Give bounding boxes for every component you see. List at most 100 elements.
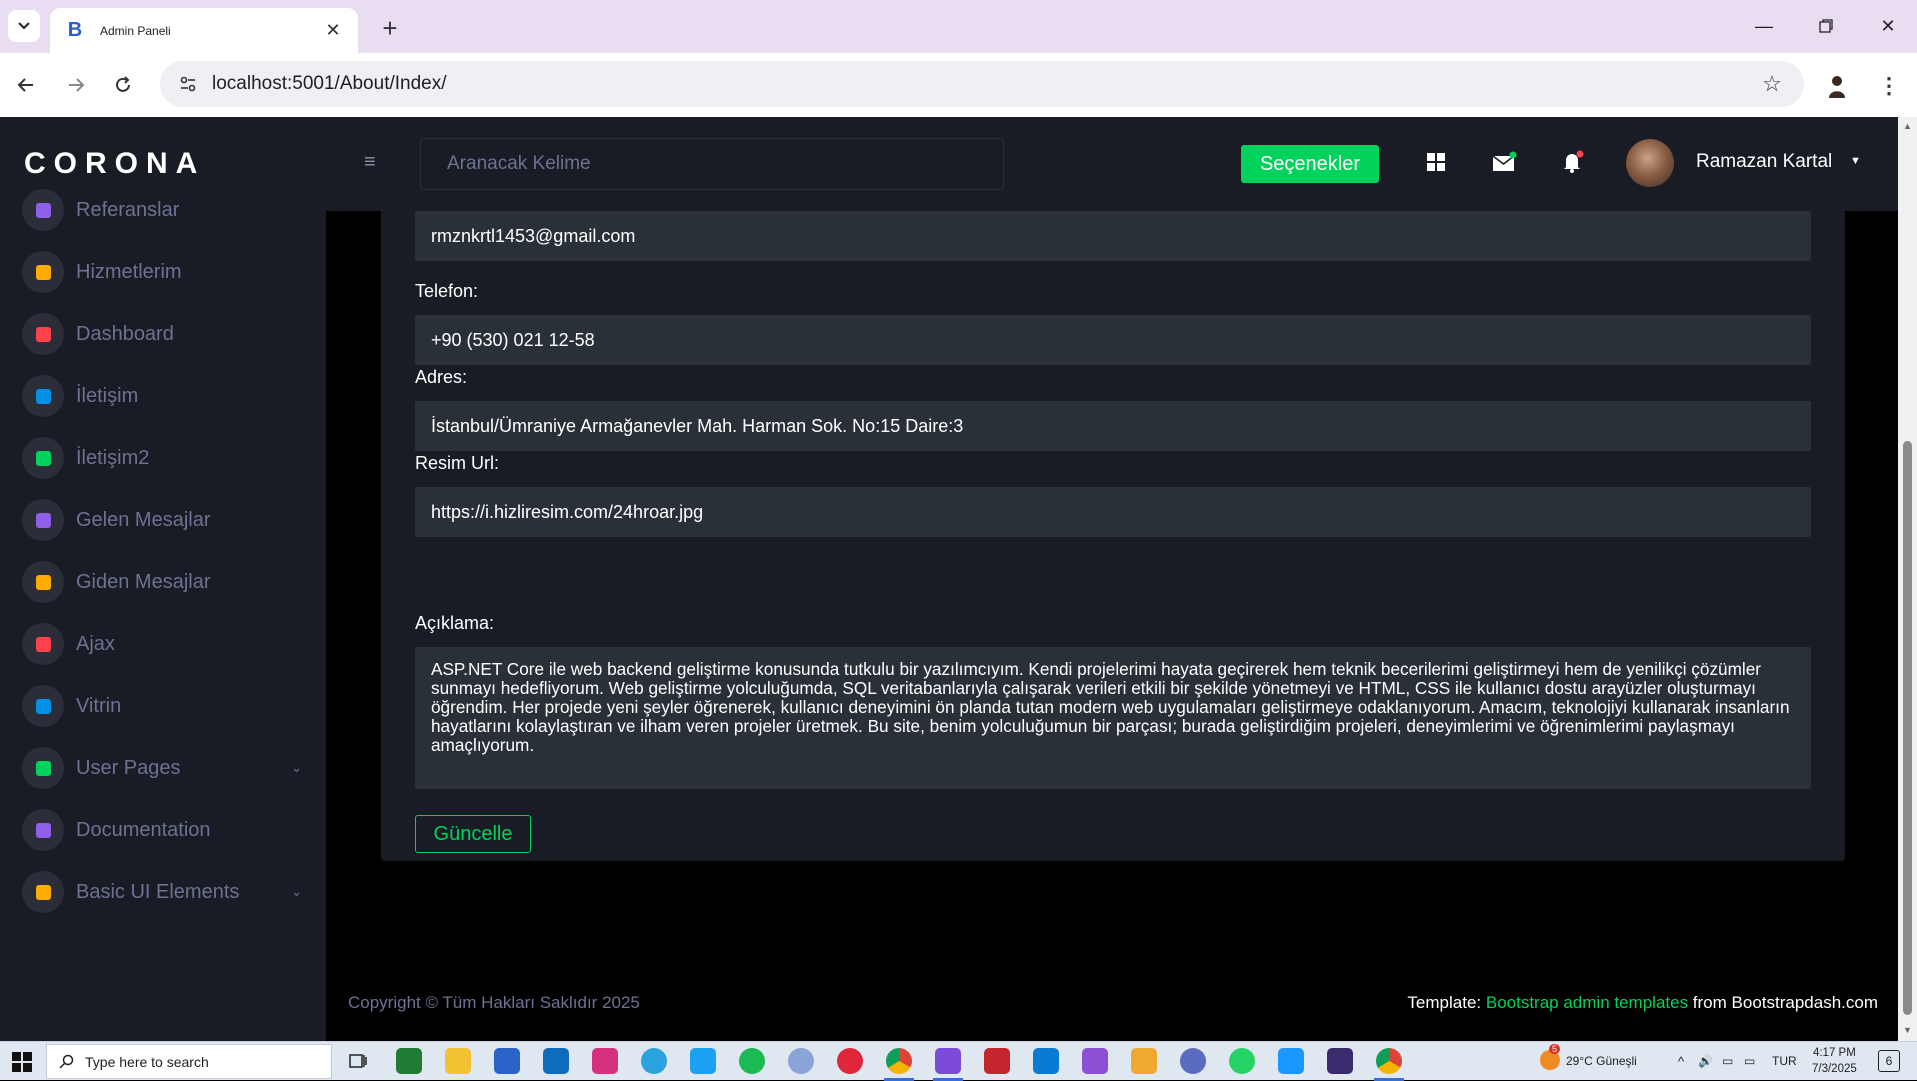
chrome-profile-app-icon[interactable] [1376,1048,1402,1074]
sidebar: CORONA Referanslar Hizmetlerim Dashboard İl… [0,117,326,1041]
chevron-down-icon[interactable]: ⌄ [291,760,302,776]
options-button[interactable]: Seçenekler [1241,145,1379,183]
reload-button[interactable] [107,69,139,101]
restore-button[interactable] [1806,10,1846,42]
sidebar-item-vitrin[interactable]: Vitrin [22,683,312,729]
spotify-app-icon[interactable] [739,1048,765,1074]
telegram-app-icon[interactable] [641,1048,667,1074]
sql-server-app-icon[interactable] [984,1048,1010,1074]
admin-page: CORONA Referanslar Hizmetlerim Dashboard İl… [0,117,1898,1041]
instagram-app-icon[interactable] [592,1048,618,1074]
email-field[interactable]: rmznkrtl1453@gmail.com [415,211,1811,261]
windows-start-icon[interactable] [12,1052,32,1072]
arrow-right-icon [69,78,85,92]
browser-toolbar: localhost:5001/About/Index/ ☆ ⋮ [0,53,1917,117]
back-button[interactable] [10,69,42,101]
sidebar-item-user-pages[interactable]: User Pages ⌄ [22,745,312,791]
clock[interactable]: 4:17 PM 7/3/2025 [1812,1045,1857,1077]
scroll-down-icon[interactable]: ▼ [1902,1025,1913,1036]
network-icon[interactable]: ▭ [1744,1054,1755,1068]
tab-close-icon[interactable]: ✕ [322,20,344,41]
minimize-button[interactable]: — [1744,10,1784,42]
chrome-app-icon[interactable] [886,1048,912,1074]
close-window-button[interactable]: ✕ [1868,10,1908,42]
page-scrollbar[interactable]: ▲ ▼ [1898,117,1917,1041]
image-url-field[interactable]: https://i.hizliresim.com/24hroar.jpg [415,487,1811,537]
arrow-left-icon [17,78,33,92]
footer-template-link[interactable]: Bootstrap admin templates [1486,993,1688,1012]
caret-down-icon[interactable]: ▼ [1850,155,1861,167]
document-icon-glyph [35,822,51,838]
tab-title: Admin Paneli [100,23,171,38]
xbox-app-icon[interactable] [396,1048,422,1074]
mail-icon[interactable] [1490,147,1520,177]
url-text[interactable]: localhost:5001/About/Index/ [212,73,1752,95]
opera-app-icon[interactable] [837,1048,863,1074]
browser-profile-icon[interactable] [1820,69,1854,103]
forward-button[interactable] [60,69,92,101]
new-tab-button[interactable]: + [374,12,406,44]
sidebar-item-gelen-mesajlar[interactable]: Gelen Mesajlar [22,497,312,543]
visual-studio-2-app-icon[interactable] [1082,1048,1108,1074]
phone-field[interactable]: +90 (530) 021 12-58 [415,315,1811,365]
scroll-up-icon[interactable]: ▲ [1902,121,1913,132]
browser-menu-icon[interactable]: ⋮ [1872,69,1906,103]
battery-icon[interactable]: ▭ [1722,1054,1733,1068]
update-button[interactable]: Güncelle [415,815,531,853]
sidebar-item-label: İletişim2 [76,446,150,469]
sidebar-item-label: Hizmetlerim [76,260,182,283]
grid-icon[interactable] [1421,147,1451,177]
speaker-icon[interactable]: 🔊 [1698,1054,1713,1068]
visual-studio-app-icon[interactable] [935,1048,961,1074]
terminal-app-icon[interactable] [1327,1048,1353,1074]
sidebar-item-basic-ui-elements[interactable]: Basic UI Elements ⌄ [22,869,312,915]
description-label: Açıklama: [415,613,495,633]
notification-center-icon[interactable]: 6 [1878,1050,1900,1072]
search-input[interactable]: Aranacak Kelime [420,138,1004,190]
sidebar-item-dashboard[interactable]: Dashboard [22,311,312,357]
r-app-icon[interactable] [788,1048,814,1074]
sidebar-item-label: Giden Mesajlar [76,570,211,593]
brand-logo[interactable]: CORONA [24,147,205,181]
browser-app-icon[interactable] [1180,1048,1206,1074]
tab-search-button[interactable] [8,10,40,42]
address-field[interactable]: İstanbul/Ümraniye Armağanevler Mah. Harm… [415,401,1811,451]
avatar[interactable] [1626,139,1674,187]
store-app-icon[interactable] [494,1048,520,1074]
whatsapp-app-icon[interactable] [1229,1048,1255,1074]
sidebar-item-i-leti-im2[interactable]: İletişim2 [22,435,312,481]
weather-text[interactable]: 29°C Güneşli [1566,1054,1637,1068]
menu-toggle-icon[interactable]: ≡ [364,151,376,174]
sidebar-item-referanslar[interactable]: Referanslar [22,187,312,233]
shield-icon-glyph [35,760,51,776]
paint-app-icon[interactable] [1131,1048,1157,1074]
bell-icon[interactable] [1558,147,1588,177]
prime-video-app-icon[interactable] [1278,1048,1304,1074]
vscode-app-icon[interactable] [1033,1048,1059,1074]
sidebar-item-hizmetlerim[interactable]: Hizmetlerim [22,249,312,295]
bookmark-star-icon[interactable]: ☆ [1752,71,1792,97]
clock-time: 4:17 PM [1812,1047,1856,1059]
language-indicator[interactable]: TUR [1772,1054,1797,1068]
address-bar[interactable]: localhost:5001/About/Index/ ☆ [160,61,1804,107]
outlook-app-icon[interactable] [543,1048,569,1074]
site-settings-icon[interactable] [168,75,208,93]
bootstrap-favicon-icon: B [67,19,83,41]
sidebar-item-giden-mesajlar[interactable]: Giden Mesajlar [22,559,312,605]
chevron-up-icon[interactable]: ^ [1678,1054,1684,1069]
description-textarea[interactable]: ASP.NET Core ile web backend geliştirme … [415,647,1811,789]
contacts-icon [22,561,64,603]
contacts-icon-glyph [35,512,51,528]
taskbar-search-input[interactable]: Type here to search [46,1044,332,1079]
chevron-down-icon[interactable]: ⌄ [291,884,302,900]
user-name[interactable]: Ramazan Kartal [1696,151,1832,173]
browser-tab[interactable]: B Admin Paneli ✕ [50,8,358,53]
file-explorer-icon[interactable] [445,1048,471,1074]
twitter-app-icon[interactable] [690,1048,716,1074]
sidebar-item-label: Dashboard [76,322,174,345]
scroll-thumb[interactable] [1903,441,1912,1015]
sidebar-item-i-leti-im[interactable]: İletişim [22,373,312,419]
sidebar-item-documentation[interactable]: Documentation [22,807,312,853]
sidebar-item-ajax[interactable]: Ajax [22,621,312,667]
task-view-icon[interactable] [345,1048,371,1074]
